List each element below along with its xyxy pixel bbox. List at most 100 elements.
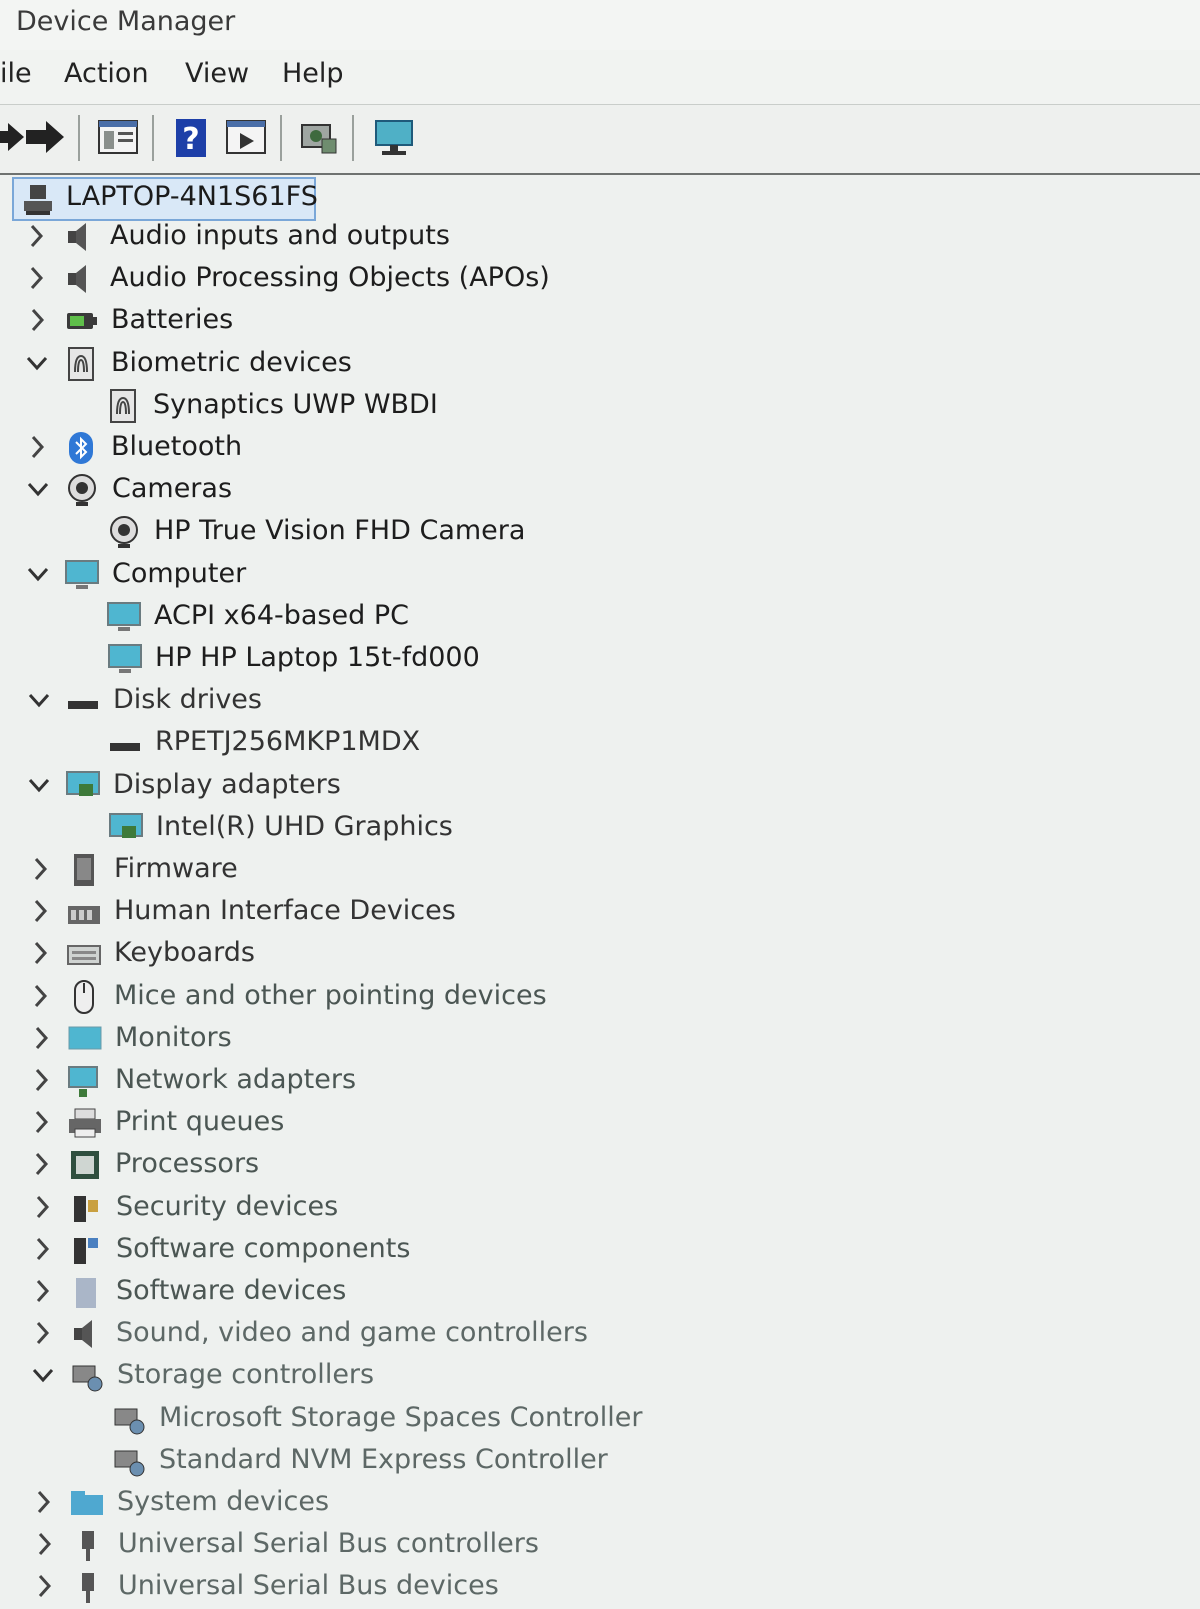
disk-drive-icon: [65, 683, 101, 719]
menu-help[interactable]: Help: [282, 58, 344, 89]
category-label: Human Interface Devices: [114, 895, 456, 926]
category-label: Biometric devices: [111, 347, 352, 378]
toolbar: ?: [0, 105, 1200, 175]
category-label: Network adapters: [115, 1064, 357, 1095]
speaker-icon: [62, 219, 98, 255]
chevron-right-icon[interactable]: [28, 854, 52, 884]
category-label: Computer: [112, 558, 247, 589]
back-arrow-icon[interactable]: [0, 115, 24, 159]
chevron-down-icon[interactable]: [26, 474, 50, 504]
software-device-icon: [68, 1274, 104, 1310]
fingerprint-icon: [63, 346, 99, 382]
chevron-right-icon[interactable]: [30, 1276, 54, 1306]
printer-icon: [67, 1105, 103, 1141]
root-label: LAPTOP-4N1S61FS: [66, 181, 318, 212]
menu-action[interactable]: Action: [64, 58, 149, 89]
camera-icon: [64, 472, 100, 508]
category-label: Bluetooth: [111, 431, 243, 462]
speaker-icon: [68, 1316, 104, 1352]
category-label: Universal Serial Bus controllers: [118, 1528, 539, 1559]
category-label: Batteries: [111, 304, 234, 335]
hid-icon: [66, 894, 102, 930]
chevron-down-icon[interactable]: [31, 1360, 55, 1390]
category-label: Monitors: [115, 1022, 232, 1053]
menu-bar: ile Action View Help: [0, 50, 1200, 105]
display-adapter-icon: [65, 768, 101, 804]
chevron-right-icon[interactable]: [29, 1023, 53, 1053]
storage-controller-icon: [69, 1358, 105, 1394]
category-label: Software devices: [116, 1275, 347, 1306]
category-label: Security devices: [116, 1191, 339, 1222]
computer-icon: [106, 599, 142, 635]
fingerprint-icon: [105, 388, 141, 424]
chevron-down-icon[interactable]: [27, 685, 51, 715]
chevron-right-icon[interactable]: [30, 1318, 54, 1348]
chevron-right-icon[interactable]: [29, 1065, 53, 1095]
chevron-right-icon[interactable]: [31, 1487, 55, 1517]
chevron-right-icon[interactable]: [24, 221, 48, 251]
toolbar-separator: [280, 115, 282, 161]
chevron-right-icon[interactable]: [29, 1149, 53, 1179]
chevron-right-icon[interactable]: [28, 938, 52, 968]
storage-controller-icon: [111, 1401, 147, 1437]
chevron-right-icon[interactable]: [29, 1107, 53, 1137]
category-label: Audio inputs and outputs: [110, 220, 450, 251]
category-label: Storage controllers: [117, 1359, 375, 1390]
device-tree: LAPTOP-4N1S61FS Audio inputs and outputs…: [0, 175, 1200, 1603]
battery-icon: [63, 303, 99, 339]
forward-arrow-icon[interactable]: [22, 115, 66, 159]
storage-controller-icon: [111, 1443, 147, 1479]
device-label: Synaptics UWP WBDI: [153, 389, 438, 420]
chevron-down-icon[interactable]: [25, 348, 49, 378]
properties-view-icon[interactable]: [96, 115, 140, 159]
device-label: RPETJ256MKP1MDX: [155, 726, 421, 757]
folder-icon: [69, 1485, 105, 1521]
window-title: Device Manager: [16, 6, 236, 37]
category-label: Keyboards: [114, 937, 255, 968]
toolbar-separator: [78, 115, 80, 161]
device-label: Microsoft Storage Spaces Controller: [159, 1402, 643, 1433]
usb-icon: [70, 1527, 106, 1563]
chevron-right-icon[interactable]: [30, 1192, 54, 1222]
chevron-right-icon[interactable]: [28, 981, 52, 1011]
menu-view[interactable]: View: [185, 58, 249, 89]
chevron-right-icon[interactable]: [24, 263, 48, 293]
keyboard-icon: [66, 936, 102, 972]
category-label: Sound, video and game controllers: [116, 1317, 588, 1348]
scan-hardware-icon[interactable]: [296, 115, 340, 159]
device-label: Standard NVM Express Controller: [159, 1444, 608, 1475]
category-label: Software components: [116, 1233, 411, 1264]
device-label: Intel(R) UHD Graphics: [156, 811, 453, 842]
disk-drive-icon: [107, 725, 143, 761]
menu-file[interactable]: ile: [0, 58, 32, 89]
chevron-right-icon[interactable]: [28, 896, 52, 926]
monitor-icon[interactable]: [372, 115, 416, 159]
camera-icon: [106, 514, 142, 550]
update-driver-icon[interactable]: [224, 115, 268, 159]
chevron-right-icon[interactable]: [32, 1529, 56, 1559]
chevron-right-icon[interactable]: [25, 432, 49, 462]
help-icon[interactable]: ?: [170, 115, 214, 159]
category-label: Processors: [115, 1148, 260, 1179]
chevron-right-icon[interactable]: [30, 1234, 54, 1264]
title-bar: Device Manager: [0, 0, 1200, 50]
category-label: Display adapters: [113, 769, 341, 800]
chevron-down-icon[interactable]: [27, 770, 51, 800]
chevron-down-icon[interactable]: [26, 559, 50, 589]
firmware-icon: [66, 852, 102, 888]
tree-root[interactable]: LAPTOP-4N1S61FS: [12, 177, 318, 221]
monitor-icon: [67, 1021, 103, 1057]
software-component-icon: [68, 1232, 104, 1268]
device-label: HP HP Laptop 15t-fd000: [155, 642, 480, 673]
toolbar-separator: [352, 115, 354, 161]
chevron-right-icon[interactable]: [32, 1571, 56, 1601]
chevron-right-icon[interactable]: [25, 305, 49, 335]
category-label: Print queues: [115, 1106, 285, 1137]
network-icon: [67, 1063, 103, 1099]
device-label: ACPI x64-based PC: [154, 600, 409, 631]
mouse-icon: [66, 979, 102, 1015]
svg-text:?: ?: [182, 122, 199, 157]
category-label: Mice and other pointing devices: [114, 980, 547, 1011]
speaker-icon: [62, 261, 98, 297]
category-label: Firmware: [114, 853, 238, 884]
